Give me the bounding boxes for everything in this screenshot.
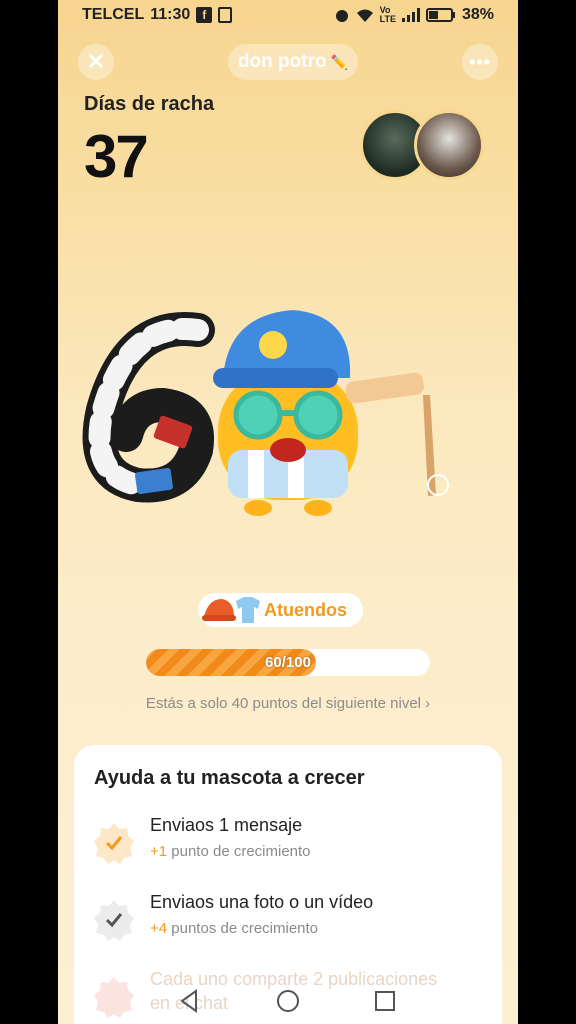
task-title: Enviaos 1 mensaje <box>150 815 303 835</box>
task-subtitle: +4 puntos de crecimiento <box>150 920 319 937</box>
volte-icon: Vo LTE <box>379 5 396 24</box>
top-bar: ✕ don potro ✏️ ••• <box>78 44 498 82</box>
task-title: Enviaos una foto o un vídeo <box>150 892 374 912</box>
phone-screen: TELCEL 11:30 f Vo LTE 38% ✕ don potro ✏️… <box>58 0 518 1024</box>
system-nav-bar <box>58 980 518 1020</box>
home-icon[interactable] <box>273 986 303 1016</box>
avatar[interactable] <box>414 110 484 180</box>
chat-name: don potro <box>237 51 327 72</box>
task-item: Enviaos 1 mensaje +1 punto de crecimient… <box>92 815 472 871</box>
wifi-icon <box>356 9 373 22</box>
sunglasses-icon <box>233 390 283 440</box>
signal-icon <box>401 8 420 22</box>
chat-name-pill[interactable]: don potro ✏️ <box>228 44 358 80</box>
pencil-icon: ✏️ <box>330 53 349 70</box>
next-level-hint[interactable]: Estás a solo 40 puntos del siguiente niv… <box>58 695 518 712</box>
recents-icon[interactable] <box>370 986 400 1016</box>
streak-value: 37 <box>84 123 149 190</box>
status-left: TELCEL 11:30 f <box>82 6 233 24</box>
back-icon[interactable] <box>174 986 204 1016</box>
more-icon: ••• <box>469 51 491 72</box>
check-badge-icon <box>94 823 134 864</box>
check-badge-icon <box>94 900 134 941</box>
battery-icon <box>425 8 455 22</box>
next-level-text: Estás a solo 40 puntos del siguiente niv… <box>145 695 421 712</box>
time-text: 11:30 <box>150 6 191 23</box>
growth-progress-bar: 60/100 <box>146 649 430 676</box>
streak-label: Días de racha <box>84 93 215 115</box>
facebook-icon: f <box>196 7 213 23</box>
chevron-right-icon: › <box>425 695 431 712</box>
outfits-label: Atuendos <box>264 599 347 620</box>
status-bar: TELCEL 11:30 f Vo LTE 38% <box>58 0 518 30</box>
outfit-items-icon <box>202 597 260 623</box>
task-item: Enviaos una foto o un vídeo +4 puntos de… <box>92 892 472 948</box>
close-icon: ✕ <box>86 49 106 74</box>
alarm-icon <box>335 10 348 22</box>
task-subtitle: +1 punto de crecimiento <box>150 843 311 860</box>
pet-mascot-illustration[interactable] <box>78 300 458 530</box>
tasks-card-title: Ayuda a tu mascota a crecer <box>94 767 365 789</box>
status-right: Vo LTE 38% <box>334 6 494 24</box>
bandage-icon <box>345 372 424 404</box>
more-button[interactable]: ••• <box>462 44 498 80</box>
sim-icon <box>218 7 233 23</box>
battery-text: 38% <box>461 6 494 23</box>
close-button[interactable]: ✕ <box>78 44 114 80</box>
progress-text: 60/100 <box>265 654 311 671</box>
outfits-button[interactable]: Atuendos <box>198 593 363 627</box>
carrier-text: TELCEL <box>82 6 145 23</box>
